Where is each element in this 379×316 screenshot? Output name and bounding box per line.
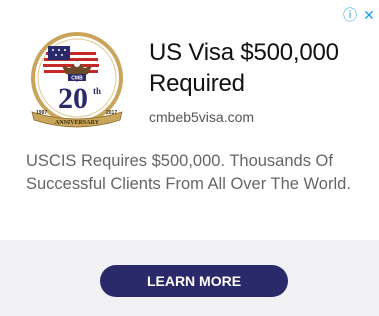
logo-number: 20 — [58, 82, 88, 115]
logo-year-right: 2017 — [106, 110, 117, 116]
ad-body-text: USCIS Requires $500,000. Thousands Of Su… — [26, 152, 351, 193]
ad-headline[interactable]: US Visa $500,000 Required — [149, 37, 374, 99]
close-icon[interactable]: ✕ — [362, 8, 376, 22]
ad-unit[interactable]: ⓘ ✕ CMB 20 th ANNIVERSARY 1997 2017 US V… — [0, 0, 379, 316]
info-icon[interactable]: ⓘ — [343, 8, 357, 22]
logo-th: th — [93, 86, 101, 96]
learn-more-button[interactable]: LEARN MORE — [100, 265, 288, 297]
ad-controls: ⓘ ✕ — [343, 8, 376, 22]
anniversary-logo: CMB 20 th ANNIVERSARY 1997 2017 — [31, 32, 123, 128]
logo-ring-text: CMB — [71, 76, 83, 82]
ad-domain[interactable]: cmbeb5visa.com — [149, 109, 254, 125]
logo-banner-text: ANNIVERSARY — [55, 120, 100, 126]
logo-year-left: 1997 — [36, 110, 47, 116]
